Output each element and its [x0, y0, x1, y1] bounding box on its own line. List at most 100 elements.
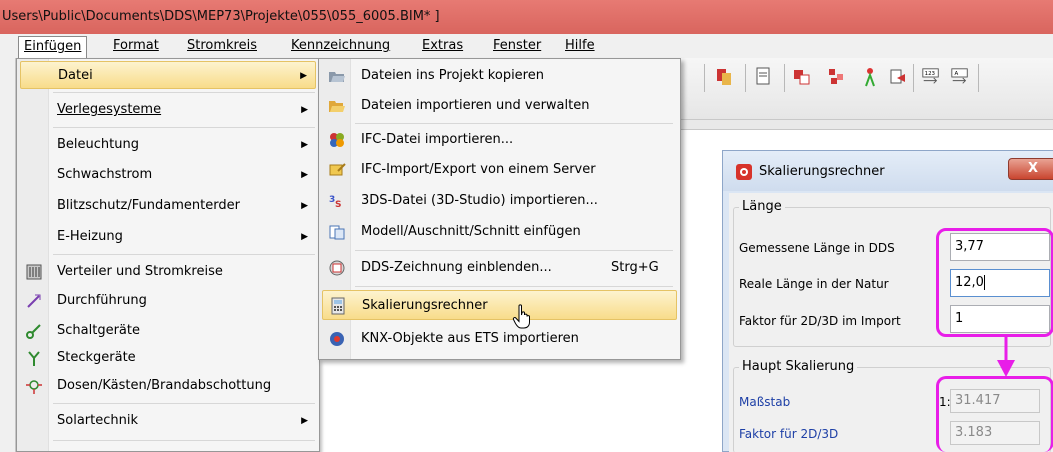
menu-stromkreis[interactable]: Stromkreis [182, 36, 262, 56]
menu-item-verteiler[interactable]: Verteiler und Stromkreise [20, 258, 316, 286]
menu-label: Kennzeichnung [291, 38, 391, 53]
submenu-item-label: 3DS-Datei (3D-Studio) importieren... [361, 193, 598, 208]
scale-label: Maßstab [739, 395, 791, 409]
menu-separator [53, 127, 315, 128]
measured-length-label: Gemessene Länge in DDS [739, 241, 895, 255]
dialog-title: Skalierungsrechner [759, 164, 885, 179]
menu-format[interactable]: Format [108, 36, 164, 56]
insert-menu: Datei ▶ Verlegesysteme ▶ Beleuchtung ▶ S… [16, 58, 320, 452]
menu-label: Einfügen [24, 39, 82, 54]
dialog-title-bar: Skalierungsrechner X [723, 151, 1053, 191]
submenu-item-label: Dateien ins Projekt kopieren [361, 68, 544, 83]
menu-hilfe[interactable]: Hilfe [560, 36, 600, 56]
menu-einfuegen[interactable]: Einfügen [18, 36, 88, 58]
window-title-bar: Users\Public\Documents\DDS\MEP73\Projekt… [0, 0, 1053, 34]
submenu-arrow-icon: ▶ [301, 416, 308, 426]
submenu-arrow-icon: ▶ [301, 232, 308, 242]
close-button[interactable]: X [1008, 158, 1053, 180]
hand-cursor-icon [512, 304, 530, 329]
menu-item-label: Solartechnik [57, 413, 138, 428]
switch-icon [26, 324, 41, 339]
menu-item-verlegesysteme[interactable]: Verlegesysteme ▶ [20, 96, 316, 124]
menu-separator [53, 440, 315, 441]
svg-text:A: A [955, 71, 959, 77]
submenu-item-import-files[interactable]: Dateien importieren und verwalten [322, 91, 677, 121]
menu-extras[interactable]: Extras [417, 36, 468, 56]
svg-text:123: 123 [925, 71, 936, 77]
dds-drawing-icon [329, 260, 345, 276]
box-icon [26, 380, 42, 394]
submenu-arrow-icon: ▶ [300, 71, 307, 81]
submenu-item-label: KNX-Objekte aus ETS importieren [361, 331, 579, 346]
menu-item-label: Datei [58, 68, 93, 83]
menu-label: Format [113, 38, 159, 53]
socket-icon [28, 351, 40, 366]
menu-item-blitzschutz[interactable]: Blitzschutz/Fundamenterder ▶ [20, 192, 316, 220]
submenu-item-knx-import[interactable]: KNX-Objekte aus ETS importieren [322, 324, 677, 354]
submenu-arrow-icon: ▶ [301, 201, 308, 211]
submenu-arrow-icon: ▶ [301, 105, 308, 115]
menu-item-e-heizung[interactable]: E-Heizung ▶ [20, 223, 316, 251]
menu-separator [355, 123, 673, 124]
menu-item-durchfuehrung[interactable]: Durchführung [20, 287, 316, 315]
menu-item-schwachstrom[interactable]: Schwachstrom ▶ [20, 161, 316, 189]
submenu-item-3ds-import[interactable]: 3S 3DS-Datei (3D-Studio) importieren... [322, 186, 677, 216]
menu-separator [355, 250, 673, 251]
submenu-item-skalierungsrechner[interactable]: Skalierungsrechner [322, 290, 677, 320]
menu-item-dosen[interactable]: Dosen/Kästen/Brandabschottung [20, 372, 316, 400]
annotation-output-highlight [936, 376, 1053, 452]
left-toolstrip [0, 58, 16, 452]
menu-kennzeichnung[interactable]: Kennzeichnung [286, 36, 395, 56]
structure-icon[interactable] [826, 66, 846, 88]
annotation-arrow-icon [997, 336, 1015, 377]
submenu-arrow-icon: ▶ [301, 170, 308, 180]
knx-icon [330, 332, 344, 346]
sheets-icon[interactable] [792, 66, 812, 88]
shortcut-label: Strg+G [611, 260, 659, 275]
submenu-item-copy-files[interactable]: Dateien ins Projekt kopieren [322, 61, 677, 91]
toolbar-separator [745, 64, 746, 92]
menu-item-beleuchtung[interactable]: Beleuchtung ▶ [20, 131, 316, 159]
menu-fenster[interactable]: Fenster [488, 36, 546, 56]
toolbar-separator [913, 64, 914, 92]
real-length-label: Reale Länge in der Natur [739, 277, 889, 291]
distribution-board-icon [26, 264, 42, 280]
main-scale-group-label: Haupt Skalierung [739, 359, 858, 374]
ifc-icon [330, 133, 344, 147]
menu-item-solartechnik[interactable]: Solartechnik ▶ [20, 407, 316, 435]
submenu-item-label: DDS-Zeichnung einblenden... [361, 260, 552, 275]
menu-item-datei[interactable]: Datei ▶ [20, 61, 316, 89]
annotation-input-highlight [936, 228, 1053, 337]
submenu-item-model-insert[interactable]: Modell/Auschnitt/Schnitt einfügen [322, 217, 677, 247]
menu-item-label: Schaltgeräte [57, 323, 140, 338]
submenu-item-ifc-import[interactable]: IFC-Datei importieren... [322, 125, 677, 155]
submenu-item-label: IFC-Datei importieren... [361, 132, 514, 147]
import-factor-label: Faktor für 2D/3D im Import [739, 314, 901, 328]
document-icon[interactable] [753, 66, 773, 88]
menu-item-label: Blitzschutz/Fundamenterder [57, 198, 240, 213]
menu-item-label: Steckgeräte [57, 350, 136, 365]
ifc-server-icon [329, 163, 346, 176]
labeling-icon[interactable]: A [950, 66, 970, 88]
submenu-item-ifc-server[interactable]: IFC-Import/Export von einem Server [322, 155, 677, 185]
toolbar-separator [784, 64, 785, 92]
transfer-icon[interactable] [888, 66, 908, 88]
person-icon[interactable] [860, 66, 880, 88]
export-icon[interactable] [714, 66, 734, 88]
submenu-item-label: Dateien importieren und verwalten [361, 98, 590, 113]
menu-label: Fenster [493, 38, 542, 53]
toolbar-separator [978, 64, 979, 92]
penetration-icon [27, 294, 41, 308]
toolbar-strip [680, 120, 1053, 130]
menu-item-schaltgeraete[interactable]: Schaltgeräte [20, 317, 316, 345]
submenu-item-dds-drawing[interactable]: DDS-Zeichnung einblenden... Strg+G [322, 253, 677, 283]
length-group-label: Länge [739, 199, 785, 214]
menu-item-steckgeraete[interactable]: Steckgeräte [20, 344, 316, 372]
menu-item-label: Dosen/Kästen/Brandabschottung [57, 378, 272, 393]
datei-submenu: Dateien ins Projekt kopieren Dateien imp… [318, 58, 681, 360]
numbering-icon[interactable]: 123 [921, 66, 941, 88]
menu-separator [355, 286, 673, 287]
submenu-arrow-icon: ▶ [301, 140, 308, 150]
open-folder-icon [329, 101, 345, 112]
submenu-item-label: Modell/Auschnitt/Schnitt einfügen [361, 224, 581, 239]
